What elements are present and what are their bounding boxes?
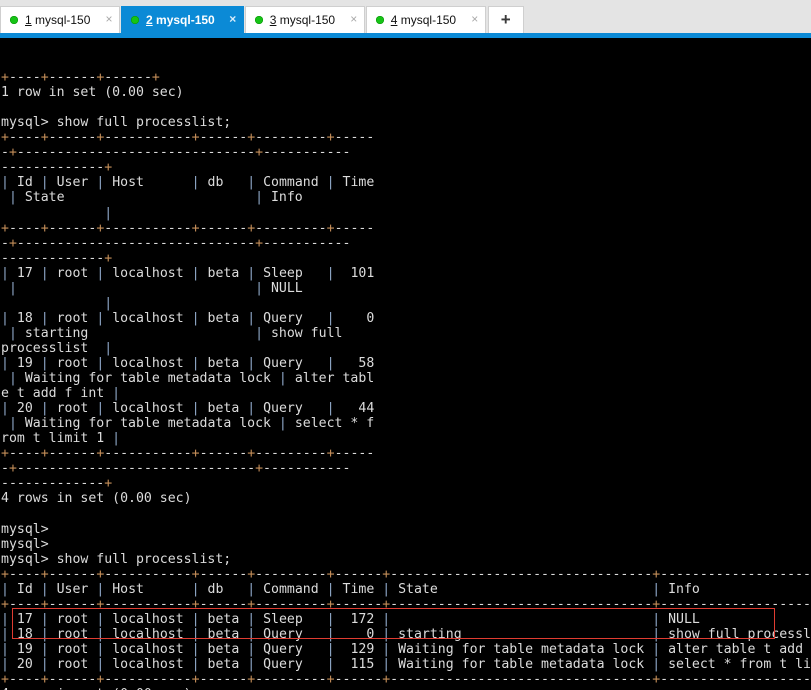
close-icon[interactable]: × <box>346 12 362 28</box>
new-tab-label: + <box>501 10 511 30</box>
new-tab-button[interactable]: + <box>488 6 524 33</box>
terminal-line: mysql> show full processlist; <box>1 115 811 130</box>
tab-label: 1 mysql-150 <box>25 13 91 27</box>
terminal-line: | 17 | root | localhost | beta | Sleep |… <box>1 612 811 627</box>
connection-status-icon <box>131 16 139 24</box>
terminal-line: mysql> show full processlist; <box>1 552 811 567</box>
terminal-line: | 20 | root | localhost | beta | Query |… <box>1 401 811 416</box>
terminal-line: 1 row in set (0.00 sec) <box>1 85 811 100</box>
terminal-line: | <box>1 296 811 311</box>
terminal-line: -------------+ <box>1 160 811 175</box>
tab-mnemonic: 3 <box>270 13 277 27</box>
terminal-line: | Waiting for table metadata lock | alte… <box>1 371 811 386</box>
connection-status-icon <box>10 16 18 24</box>
tab-label: 3 mysql-150 <box>270 13 336 27</box>
terminal-line: | 19 | root | localhost | beta | Query |… <box>1 356 811 371</box>
terminal-line: mysql> <box>1 522 811 537</box>
terminal-line: | Id | User | Host | db | Command | Time… <box>1 582 811 597</box>
terminal-line: | 17 | root | localhost | beta | Sleep |… <box>1 266 811 281</box>
terminal-line: | starting | show full <box>1 326 811 341</box>
tab-mnemonic: 4 <box>391 13 398 27</box>
terminal-line: | Id | User | Host | db | Command | Time <box>1 175 811 190</box>
terminal-line: | 20 | root | localhost | beta | Query |… <box>1 657 811 672</box>
terminal-line: processlist | <box>1 341 811 356</box>
terminal-line: +----+------+------+ <box>1 70 811 85</box>
tab-mnemonic: 2 <box>146 13 153 27</box>
terminal-line: -+------------------------------+-------… <box>1 236 811 251</box>
terminal-line: 4 rows in set (0.00 sec) <box>1 491 811 506</box>
terminal-line: +----+------+-----------+------+--------… <box>1 130 811 145</box>
tab-bar: 1 mysql-150×2 mysql-150×3 mysql-150×4 my… <box>0 0 811 33</box>
terminal-line: rom t limit 1 | <box>1 431 811 446</box>
tab-mnemonic: 1 <box>25 13 32 27</box>
terminal-line: | 18 | root | localhost | beta | Query |… <box>1 627 811 642</box>
terminal-line: +----+------+-----------+------+--------… <box>1 446 811 461</box>
terminal-line: -------------+ <box>1 251 811 266</box>
terminal-line: +----+------+-----------+------+--------… <box>1 567 811 582</box>
tab-1[interactable]: 1 mysql-150 × <box>0 6 120 33</box>
tab-4[interactable]: 4 mysql-150 × <box>366 6 486 33</box>
terminal-line: +----+------+-----------+------+--------… <box>1 672 811 687</box>
close-icon[interactable]: × <box>101 12 117 28</box>
terminal-line: e t add f int | <box>1 386 811 401</box>
connection-status-icon <box>376 16 384 24</box>
terminal-output[interactable]: +----+------+------+1 row in set (0.00 s… <box>0 38 811 690</box>
terminal-line: | State | Info <box>1 190 811 205</box>
terminal-line <box>1 506 811 521</box>
terminal-line: | | NULL <box>1 281 811 296</box>
tab-3[interactable]: 3 mysql-150 × <box>245 6 365 33</box>
terminal-line: | 19 | root | localhost | beta | Query |… <box>1 642 811 657</box>
terminal-line <box>1 100 811 115</box>
terminal-line: -+------------------------------+-------… <box>1 461 811 476</box>
tab-label: 4 mysql-150 <box>391 13 457 27</box>
tab-2[interactable]: 2 mysql-150 × <box>121 6 244 33</box>
tab-label: 2 mysql-150 <box>146 13 215 27</box>
terminal-line: | <box>1 206 811 221</box>
terminal-line: mysql> <box>1 537 811 552</box>
tab-bar-empty-area <box>524 0 811 33</box>
close-icon[interactable]: × <box>467 12 483 28</box>
terminal-line: -+------------------------------+-------… <box>1 145 811 160</box>
terminal-line: -------------+ <box>1 476 811 491</box>
terminal-line: | 18 | root | localhost | beta | Query |… <box>1 311 811 326</box>
terminal-line-list: +----+------+------+1 row in set (0.00 s… <box>1 70 811 690</box>
terminal-line: +----+------+-----------+------+--------… <box>1 597 811 612</box>
terminal-line: | Waiting for table metadata lock | sele… <box>1 416 811 431</box>
close-icon[interactable]: × <box>225 12 241 28</box>
connection-status-icon <box>255 16 263 24</box>
terminal-line: +----+------+-----------+------+--------… <box>1 221 811 236</box>
